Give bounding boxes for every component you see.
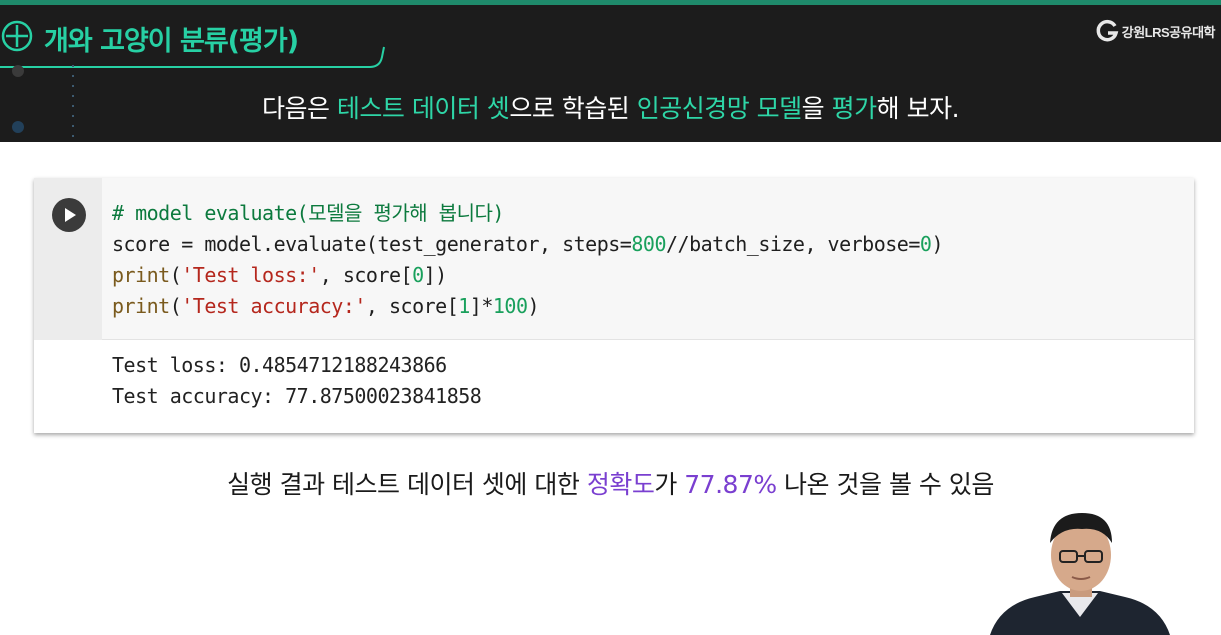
code-token: ( bbox=[169, 294, 182, 318]
code-text[interactable]: # model evaluate(모델을 평가해 봅니다) score = mo… bbox=[112, 198, 943, 322]
caption-text: 실행 결과 테스트 데이터 셋에 대한 bbox=[227, 470, 587, 499]
subtitle-text: 다음은 bbox=[261, 94, 337, 123]
subtitle-highlight: 인공신경망 모델 bbox=[636, 94, 802, 123]
output-line: Test accuracy: 77.87500023841858 bbox=[112, 384, 482, 408]
crosshair-icon bbox=[1, 20, 33, 52]
code-token: ]* bbox=[469, 294, 494, 318]
code-string: 'Test accuracy:' bbox=[181, 294, 366, 318]
code-token: , score[ bbox=[319, 263, 413, 287]
brand-name: 강원LRS공유대학 bbox=[1121, 24, 1216, 40]
caption-highlight: 77.87% bbox=[684, 470, 777, 499]
brand-logo-area: 강원LRS공유대학 bbox=[1095, 19, 1216, 43]
code-comment: # model evaluate(모델을 평가해 봅니다) bbox=[112, 201, 504, 225]
slide-title: 개와 고양이 분류(평가) bbox=[44, 26, 299, 57]
code-function: print bbox=[112, 294, 170, 318]
code-number: 100 bbox=[492, 294, 528, 318]
presenter-video bbox=[990, 513, 1170, 635]
code-token: ) bbox=[527, 294, 540, 318]
cell-gutter bbox=[34, 178, 102, 340]
subtitle-highlight: 테스트 데이터 셋 bbox=[336, 94, 510, 123]
subtitle-text: 을 bbox=[801, 94, 832, 123]
slide-subtitle: 다음은 테스트 데이터 셋으로 학습된 인공신경망 모델을 평가해 보자. bbox=[0, 89, 1221, 125]
subtitle-text: 으로 학습된 bbox=[509, 94, 637, 123]
code-editor[interactable]: # model evaluate(모델을 평가해 봅니다) score = mo… bbox=[34, 178, 1194, 340]
code-token: score = model.evaluate(test_generator, s… bbox=[112, 232, 632, 256]
code-token: , score[ bbox=[365, 294, 459, 318]
subtitle-highlight: 평가 bbox=[831, 94, 878, 123]
code-string: 'Test loss:' bbox=[181, 263, 320, 287]
code-token: ) bbox=[931, 232, 943, 256]
slide-title-area: 개와 고양이 분류(평가) bbox=[0, 17, 390, 68]
code-number: 1 bbox=[458, 294, 470, 318]
code-number: 0 bbox=[412, 263, 424, 287]
slide-header: 개와 고양이 분류(평가) 강원LRS공유대학 다음은 테스트 데이터 셋으로 … bbox=[0, 5, 1221, 142]
caption-text: 가 bbox=[654, 470, 685, 499]
code-token: ( bbox=[169, 263, 182, 287]
code-token: //batch_size, verbose= bbox=[665, 232, 920, 256]
output-line: Test loss: 0.4854712188243866 bbox=[112, 353, 447, 377]
brand-g-icon bbox=[1096, 19, 1119, 42]
code-number: 800 bbox=[631, 232, 666, 256]
code-token: ]) bbox=[423, 263, 448, 287]
run-cell-button[interactable] bbox=[52, 198, 86, 232]
result-caption: 실행 결과 테스트 데이터 셋에 대한 정확도가 77.87% 나온 것을 볼 … bbox=[0, 465, 1221, 501]
subtitle-text: 해 보자. bbox=[876, 94, 960, 123]
code-function: print bbox=[112, 263, 170, 287]
code-number: 0 bbox=[919, 232, 932, 256]
caption-highlight: 정확도 bbox=[586, 470, 655, 499]
cell-output: Test loss: 0.4854712188243866 Test accur… bbox=[112, 350, 482, 412]
caption-text: 나온 것을 볼 수 있음 bbox=[776, 470, 994, 499]
notebook-cell[interactable]: # model evaluate(모델을 평가해 봅니다) score = mo… bbox=[34, 178, 1194, 433]
